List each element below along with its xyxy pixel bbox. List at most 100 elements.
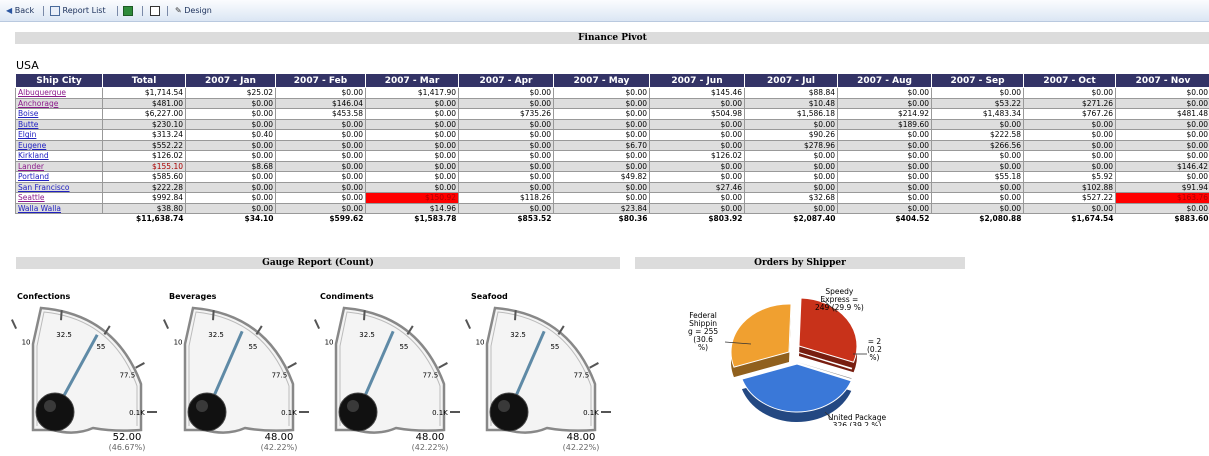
city-link[interactable]: Boise <box>15 108 103 120</box>
table-cell: $0.00 <box>837 87 932 99</box>
table-cell: $313.24 <box>102 129 186 141</box>
table-cell: $0.00 <box>649 129 745 141</box>
city-link[interactable]: Portland <box>15 171 103 183</box>
gauge-scale-label: 55 <box>96 343 105 351</box>
table-cell: $0.00 <box>185 118 276 130</box>
table-cell: $230.10 <box>102 118 186 130</box>
table-cell: $0.00 <box>649 160 745 172</box>
table-cell: $0.00 <box>365 118 459 130</box>
back-button[interactable]: ◀ Back <box>6 5 34 17</box>
design-label: Design <box>184 6 212 15</box>
table-row: Anchorage $481.00 $0.00 $146.04 $0.00 $0.00 $0… <box>15 97 1209 109</box>
gauge-tick <box>162 319 170 330</box>
table-row: Butte $230.10 $0.00 $0.00 $0.00 $0.00 $0.00 $0.… <box>15 118 1209 130</box>
table-cell: $0.00 <box>275 181 366 193</box>
table-cell: $0.00 <box>365 171 459 183</box>
gauge-tick <box>60 310 63 321</box>
table-cell: $0.00 <box>1023 202 1116 214</box>
gauge-tick <box>363 310 366 321</box>
table-cell: $0.00 <box>837 181 932 193</box>
column-header: 2007 - Nov <box>1115 73 1209 88</box>
table-cell: $0.00 <box>649 171 745 183</box>
total-cell: $34.10 <box>244 214 274 224</box>
table-cell: $150.92 <box>365 192 459 204</box>
gauge-hub-highlight <box>498 400 510 412</box>
table-cell: $0.00 <box>649 192 745 204</box>
table-cell: $0.00 <box>185 108 276 120</box>
column-header: 2007 - Jan <box>185 73 276 88</box>
table-cell: $1,483.34 <box>931 108 1024 120</box>
excel-export-button[interactable] <box>123 5 133 17</box>
total-cell: $404.52 <box>895 214 930 224</box>
city-link[interactable]: Kirkland <box>15 150 103 162</box>
city-link[interactable]: Elgin <box>15 129 103 141</box>
column-header: 2007 - Sep <box>931 73 1024 88</box>
report-list-label: Report List <box>62 6 106 15</box>
table-row: Albuquerque $1,714.54 $25.02 $0.00 $1,417.90… <box>15 87 1209 99</box>
city-link[interactable]: Walla Walla <box>15 202 103 214</box>
city-link[interactable]: Albuquerque <box>15 87 103 99</box>
table-cell: $0.00 <box>553 160 650 172</box>
table-cell: $0.00 <box>931 202 1024 214</box>
report-list-button[interactable]: Report List <box>50 5 106 17</box>
table-cell: $32.68 <box>744 192 838 204</box>
city-link[interactable]: Seattle <box>15 192 103 204</box>
table-cell: $14.96 <box>365 202 459 214</box>
table-cell: $0.00 <box>365 160 459 172</box>
table-cell: $0.00 <box>649 139 745 151</box>
gauge-hub-highlight <box>196 400 208 412</box>
table-cell: $0.00 <box>553 118 650 130</box>
table-cell: $90.26 <box>744 129 838 141</box>
gauge-dial: 10 32.5 55 77.5 0.1K <box>162 306 309 434</box>
table-cell: $0.00 <box>1115 150 1209 162</box>
table-row: Walla Walla $38.80 $0.00 $0.00 $14.96 $0.00 $2… <box>15 202 1209 214</box>
gauge-scale-label: 32.5 <box>208 331 224 339</box>
table-cell: $102.88 <box>1023 181 1116 193</box>
table-cell: $0.00 <box>458 97 554 109</box>
city-link[interactable]: Butte <box>15 118 103 130</box>
toolbar-separator <box>43 6 44 16</box>
total-cell: $2,087.40 <box>793 214 836 224</box>
table-cell: $0.00 <box>275 171 366 183</box>
total-cell: $11,638.74 <box>136 214 184 224</box>
city-link[interactable]: Lander <box>15 160 103 172</box>
table-cell: $10.48 <box>744 97 838 109</box>
city-link[interactable]: Eugene <box>15 139 103 151</box>
excel-icon <box>123 5 133 16</box>
table-cell: $0.00 <box>1115 139 1209 151</box>
total-cell: $1,674.54 <box>1071 214 1114 224</box>
gauge-tick <box>135 362 145 369</box>
table-cell: $992.84 <box>102 192 186 204</box>
total-cell: $1,583.78 <box>414 214 457 224</box>
gauge-value: 48.00 <box>566 432 596 443</box>
country-label: USA <box>16 59 39 72</box>
table-cell: $0.00 <box>185 202 276 214</box>
table-cell: $0.00 <box>365 181 459 193</box>
table-cell: $0.00 <box>744 202 838 214</box>
email-button[interactable] <box>150 5 160 17</box>
gauge-hub <box>338 392 378 432</box>
design-button[interactable]: ✎ Design <box>175 5 212 17</box>
total-cell: $80.36 <box>618 214 648 224</box>
table-cell: $0.00 <box>275 118 366 130</box>
gauge-scale-label: 0.1K <box>281 409 297 417</box>
gauge-scale-label: 77.5 <box>423 371 439 379</box>
table-cell: $55.18 <box>931 171 1024 183</box>
table-cell: $0.00 <box>931 160 1024 172</box>
gauge-scale-label: 10 <box>174 338 183 346</box>
report-title: Finance Pivot <box>15 32 1209 44</box>
table-cell: $0.00 <box>931 87 1024 99</box>
table-cell: $0.00 <box>837 202 932 214</box>
gauge-tick <box>212 310 215 321</box>
table-cell: $0.00 <box>458 150 554 162</box>
city-link[interactable]: San Francisco <box>15 181 103 193</box>
city-link[interactable]: Anchorage <box>15 97 103 109</box>
table-cell: $5.92 <box>1023 171 1116 183</box>
table-cell: $6,227.00 <box>102 108 186 120</box>
table-cell: $278.96 <box>744 139 838 151</box>
table-cell: $0.00 <box>553 181 650 193</box>
table-cell: $0.00 <box>931 118 1024 130</box>
column-header[interactable]: Ship City <box>15 73 103 88</box>
table-cell: $0.00 <box>553 97 650 109</box>
table-cell: $145.46 <box>649 87 745 99</box>
